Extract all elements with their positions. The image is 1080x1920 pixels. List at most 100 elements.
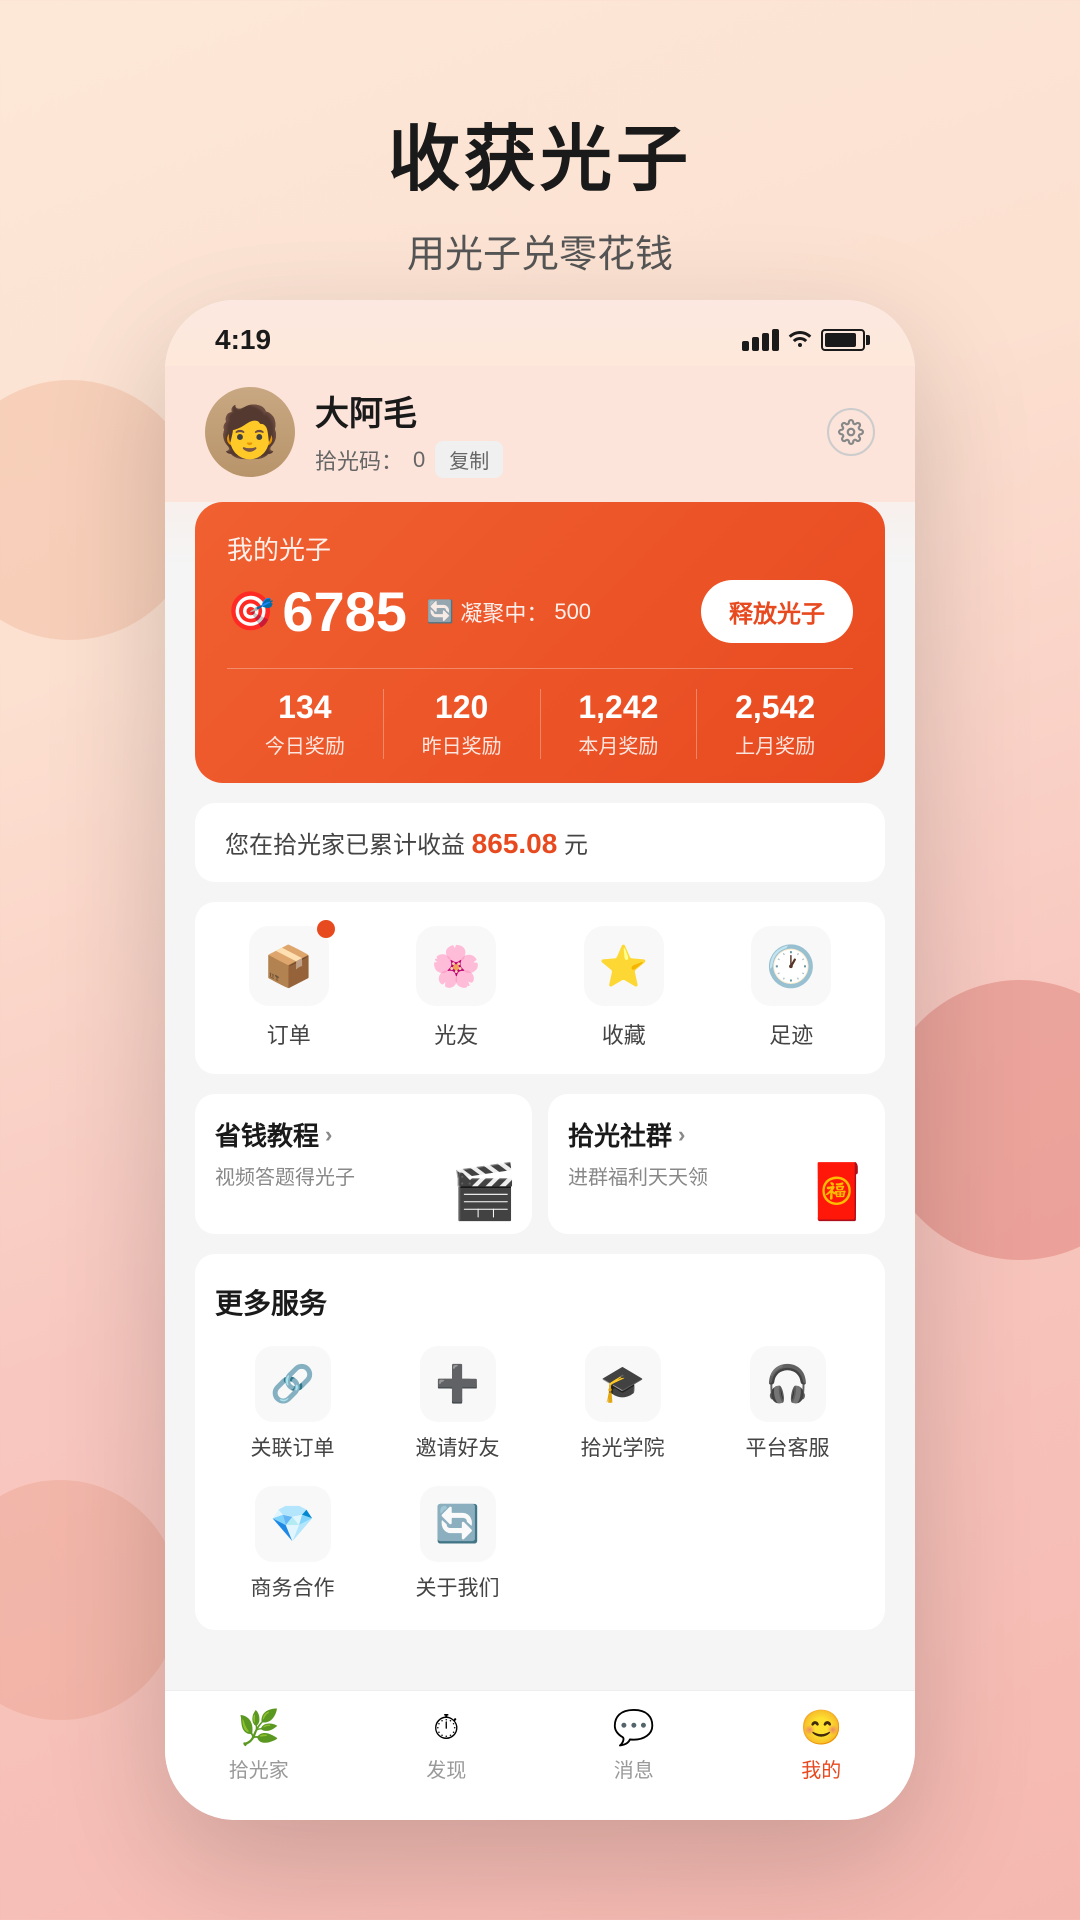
icon-circle-friends: 🌸 [416, 926, 496, 1006]
wifi-icon [787, 327, 813, 353]
battery-fill [825, 333, 856, 347]
release-button[interactable]: 释放光子 [701, 580, 853, 643]
stat-label-3: 上月奖励 [697, 730, 853, 759]
avatar: 🧑 [205, 387, 295, 477]
service-icon-academy: 🎓 [585, 1346, 661, 1422]
nav-icon-discover: ⏱ [433, 1709, 460, 1748]
promo-card-community[interactable]: 拾光社群 › 进群福利天天领 🧧 [548, 1094, 885, 1234]
service-icon-about-us: 🔄 [420, 1486, 496, 1562]
header-section: 收获光子 用光子兑零花钱 [0, 0, 1080, 278]
stat-value-3: 2,542 [697, 689, 853, 726]
icon-circle-favorites: ⭐ [584, 926, 664, 1006]
copy-button[interactable]: 复制 [435, 441, 503, 478]
nav-label-mine: 我的 [801, 1754, 841, 1783]
stat-value-1: 120 [384, 689, 540, 726]
freezing-tag: 🔄 凝聚中： 500 [427, 596, 591, 628]
promo-row: 省钱教程 › 视频答题得光子 🎬 拾光社群 › 进群福利天天领 🧧 [195, 1094, 885, 1234]
settings-icon[interactable] [827, 408, 875, 456]
battery-icon [821, 329, 865, 351]
quick-icon-friends[interactable]: 🌸 光友 [416, 926, 496, 1050]
service-item-linked-orders[interactable]: 🔗 关联订单 [215, 1346, 370, 1462]
nav-icon-mine: 😊 [800, 1708, 842, 1748]
earnings-bar: 您在拾光家已累计收益 865.08 元 [195, 803, 885, 882]
promo-title-community: 拾光社群 › [568, 1116, 865, 1153]
service-item-business[interactable]: 💎 商务合作 [215, 1486, 370, 1602]
profile-code: 拾光码： 0 复制 [315, 441, 503, 478]
header-subtitle: 用光子兑零花钱 [0, 223, 1080, 278]
signal-bar-3 [762, 333, 769, 351]
profile-name: 大阿毛 [315, 386, 503, 435]
stat-item-3: 2,542 上月奖励 [697, 689, 853, 759]
profile-code-label: 拾光码： [315, 444, 403, 476]
status-time: 4:19 [215, 324, 271, 356]
signal-bar-4 [772, 329, 779, 351]
quick-icon-favorites[interactable]: ⭐ 收藏 [584, 926, 664, 1050]
quick-icon-orders[interactable]: 📦 订单 [249, 926, 329, 1050]
status-bar: 4:19 [165, 300, 915, 366]
promo-img-community: 🧧 [804, 1161, 871, 1224]
icon-circle-orders: 📦 [249, 926, 329, 1006]
promo-arrow-community: › [678, 1122, 685, 1148]
phone-mockup: 4:19 🧑 大阿毛 [165, 300, 915, 1820]
bottom-nav: 🌿 拾光家 ⏱ 发现 💬 消息 😊 我的 [165, 1690, 915, 1820]
service-label-invite-friends: 邀请好友 [416, 1432, 500, 1462]
service-item-invite-friends[interactable]: ➕ 邀请好友 [380, 1346, 535, 1462]
nav-item-home[interactable]: 🌿 拾光家 [165, 1708, 353, 1803]
service-item-customer-service[interactable]: 🎧 平台客服 [710, 1346, 865, 1462]
avatar-face: 🧑 [205, 387, 295, 477]
stat-label-2: 本月奖励 [541, 730, 697, 759]
nav-label-messages: 消息 [614, 1754, 654, 1783]
promo-arrow-tutorial: › [325, 1122, 332, 1148]
status-icons [742, 327, 865, 353]
nav-item-discover[interactable]: ⏱ 发现 [353, 1709, 541, 1803]
icon-label-footprint: 足迹 [769, 1018, 813, 1050]
freezing-label: 凝聚中： [460, 596, 548, 628]
promo-card-tutorial[interactable]: 省钱教程 › 视频答题得光子 🎬 [195, 1094, 532, 1234]
card-title: 我的光子 [227, 530, 853, 567]
guangzi-card: 我的光子 🎯 6785 🔄 凝聚中： 500 释放光子 134今日奖励120昨日… [195, 502, 885, 783]
service-label-about-us: 关于我们 [416, 1572, 500, 1602]
bg-decoration-circle-left-bottom [0, 1480, 180, 1720]
card-main-row: 🎯 6785 🔄 凝聚中： 500 释放光子 [227, 579, 853, 644]
profile-section: 🧑 大阿毛 拾光码： 0 复制 [165, 366, 915, 502]
icon-label-friends: 光友 [434, 1018, 478, 1050]
card-points-section: 🎯 6785 🔄 凝聚中： 500 [227, 579, 591, 644]
stat-item-2: 1,242 本月奖励 [541, 689, 697, 759]
nav-label-home: 拾光家 [229, 1754, 289, 1783]
profile-left: 🧑 大阿毛 拾光码： 0 复制 [205, 386, 503, 478]
icon-label-favorites: 收藏 [602, 1018, 646, 1050]
nav-icon-home: 🌿 [238, 1708, 280, 1748]
stat-value-2: 1,242 [541, 689, 697, 726]
quick-icon-footprint[interactable]: 🕐 足迹 [751, 926, 831, 1050]
promo-title-tutorial: 省钱教程 › [215, 1116, 512, 1153]
icon-circle-footprint: 🕐 [751, 926, 831, 1006]
earnings-suffix: 元 [564, 832, 588, 859]
signal-icon [742, 329, 779, 351]
header-title: 收获光子 [0, 100, 1080, 205]
promo-img-tutorial: 🎬 [451, 1161, 518, 1224]
profile-info: 大阿毛 拾光码： 0 复制 [315, 386, 503, 478]
stat-item-1: 120昨日奖励 [384, 689, 540, 759]
nav-item-messages[interactable]: 💬 消息 [540, 1708, 728, 1803]
service-icon-linked-orders: 🔗 [255, 1346, 331, 1422]
nav-item-mine[interactable]: 😊 我的 [728, 1708, 916, 1803]
service-icon-invite-friends: ➕ [420, 1346, 496, 1422]
stat-item-0: 134今日奖励 [227, 689, 383, 759]
freezing-refresh-icon: 🔄 [427, 599, 454, 625]
service-label-customer-service: 平台客服 [746, 1432, 830, 1462]
quick-icon-grid-card: 📦 订单 🌸 光友 ⭐ 收藏 🕐 足迹 [195, 902, 885, 1074]
earnings-prefix: 您在拾光家已累计收益 [225, 832, 465, 859]
icon-badge-orders [317, 920, 335, 938]
service-label-linked-orders: 关联订单 [251, 1432, 335, 1462]
signal-bar-2 [752, 337, 759, 351]
service-item-academy[interactable]: 🎓 拾光学院 [545, 1346, 700, 1462]
service-icon-business: 💎 [255, 1486, 331, 1562]
services-title: 更多服务 [215, 1282, 865, 1322]
signal-bar-1 [742, 341, 749, 351]
points-icon: 🎯 [227, 590, 274, 634]
service-label-academy: 拾光学院 [581, 1432, 665, 1462]
nav-icon-messages: 💬 [613, 1708, 655, 1748]
card-points: 🎯 6785 [227, 579, 407, 644]
service-item-about-us[interactable]: 🔄 关于我们 [380, 1486, 535, 1602]
profile-code-value: 0 [413, 447, 425, 473]
